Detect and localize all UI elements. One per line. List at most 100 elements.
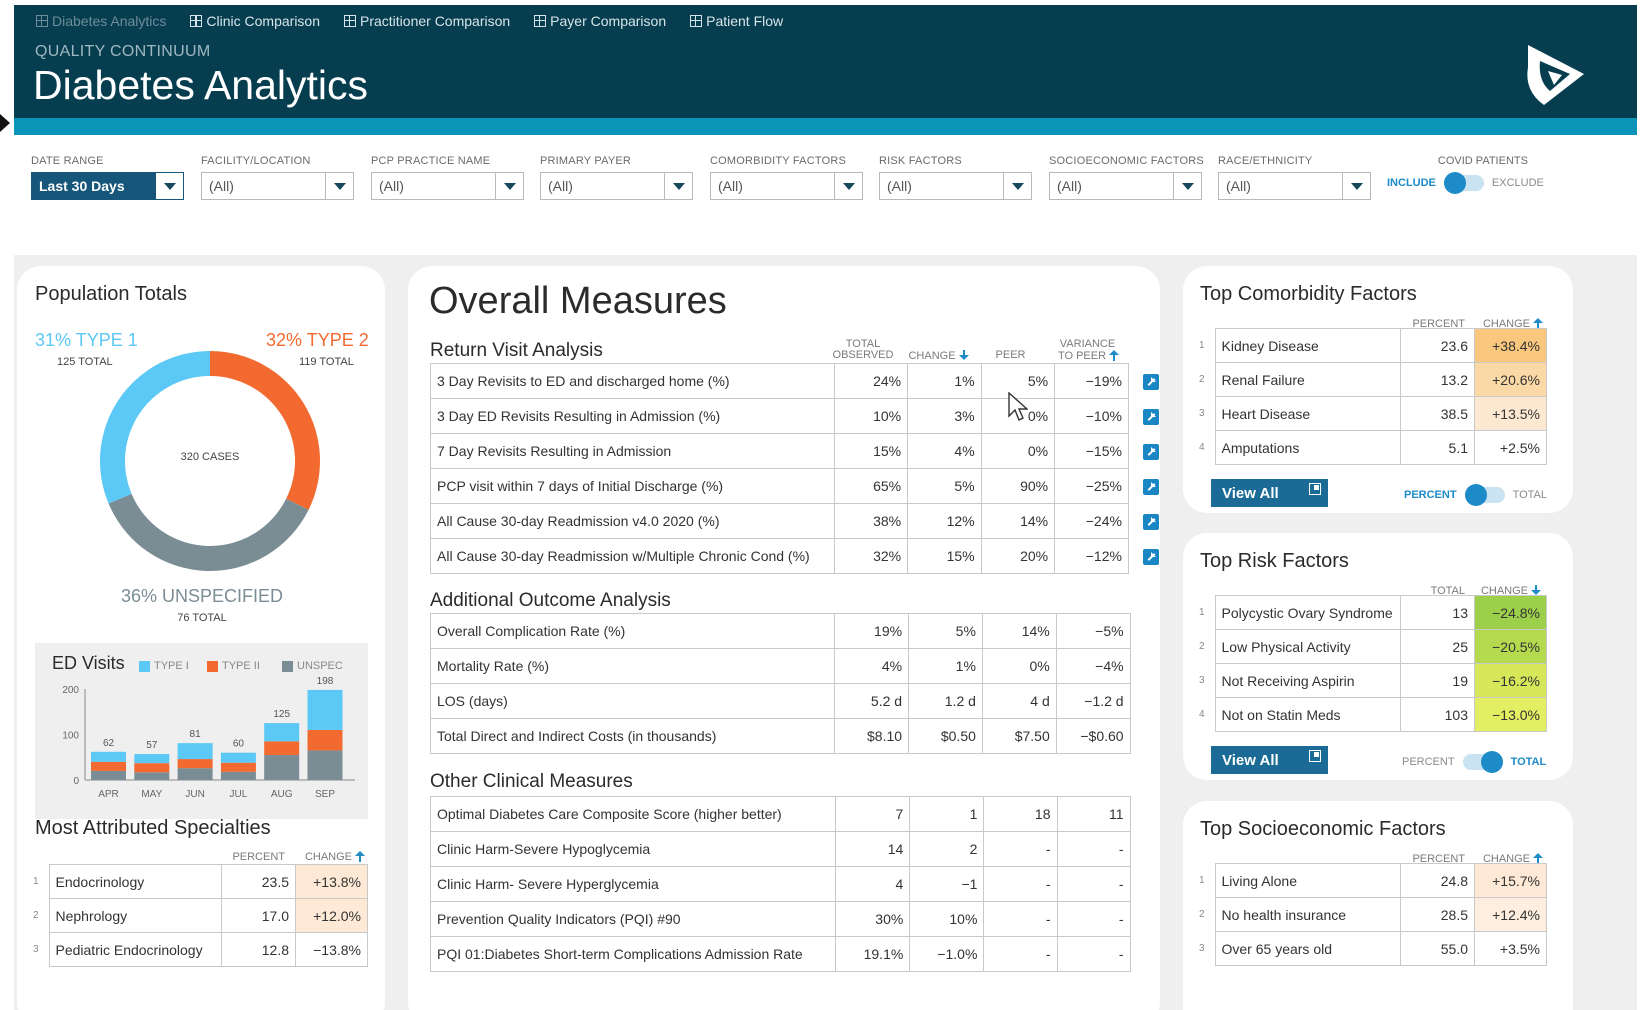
drilldown-link-icon[interactable] (1142, 478, 1159, 495)
pcp-practice-select[interactable]: (All) (371, 172, 524, 200)
comorbidity-view-all-button[interactable]: View All (1211, 479, 1328, 507)
additional-outcome-title: Additional Outcome Analysis (430, 590, 671, 611)
donut-slice-unspecified[interactable] (108, 493, 309, 571)
drilldown-link-icon[interactable] (1142, 408, 1159, 425)
table-row: Clinic Harm- Severe Hyperglycemia 4 −1- - (429, 866, 1160, 902)
toggle-switch[interactable] (1462, 751, 1503, 773)
donut-slice-type-1[interactable] (100, 351, 210, 504)
table-row: 2 Low Physical Activity 25 −20.5% (1197, 629, 1547, 664)
x-tick-label: MAY (141, 789, 162, 800)
primary-payer-select[interactable]: (All) (540, 172, 693, 200)
external-link-icon (1309, 750, 1321, 762)
table-row: 4 Amputations 5.1 +2.5% (1197, 430, 1547, 465)
tab-diabetes-analytics[interactable]: Diabetes Analytics (36, 13, 166, 29)
facility-select[interactable]: (All) (201, 172, 354, 200)
bar-segment-type-ii[interactable] (177, 759, 213, 769)
bar-segment-type-i[interactable] (91, 751, 126, 762)
chevron-down-icon (495, 173, 523, 199)
factor-name: Low Physical Activity (1214, 629, 1401, 664)
risk-factors-select[interactable]: (All) (879, 172, 1032, 200)
factor-value: 28.5 (1400, 897, 1475, 932)
bar-segment-type-i[interactable] (220, 752, 256, 763)
sort-up-icon (1533, 853, 1543, 864)
comorbidity-percent-total-toggle[interactable]: PERCENT TOTAL (1404, 484, 1547, 506)
top-nav: Diabetes Analytics Clinic Comparison Pra… (36, 13, 807, 29)
factor-change: −20.5% (1474, 629, 1547, 664)
comorbidity-select[interactable]: (All) (710, 172, 863, 200)
x-tick-label: JUL (230, 789, 248, 800)
drilldown-link-icon[interactable] (1142, 548, 1159, 565)
tab-clinic-comparison[interactable]: Clinic Comparison (190, 13, 320, 29)
other-clinical-table: Optimal Diabetes Care Composite Score (h… (429, 796, 1160, 972)
bar-segment-unspec[interactable] (264, 754, 300, 780)
chevron-down-icon (664, 173, 692, 199)
row-index: 1 (1199, 875, 1205, 886)
measure-label: 3 Day Revisits to ED and discharged home… (430, 363, 835, 399)
bar-total-label: 57 (146, 740, 158, 751)
table-row: 3 Pediatric Endocrinology 12.8 −13.8% (31, 932, 368, 967)
row-index: 2 (33, 910, 39, 921)
bar-segment-unspec[interactable] (307, 750, 343, 780)
sort-down-icon (958, 350, 969, 360)
row-index: 1 (33, 876, 39, 887)
measure-value: −12% (1054, 538, 1129, 574)
filter-date-range: DATE RANGE Last 30 Days (31, 155, 184, 200)
socioeconomic-select[interactable]: (All) (1049, 172, 1202, 200)
measure-value: - (983, 831, 1058, 867)
drilldown-link-icon[interactable] (1142, 373, 1159, 390)
filter-race-ethnicity: RACE/ETHNICITY (All) (1218, 155, 1371, 200)
bar-segment-type-ii[interactable] (264, 741, 300, 755)
measure-value: 15% (907, 538, 982, 574)
row-index: 2 (1199, 641, 1205, 652)
risk-percent-total-toggle[interactable]: PERCENT TOTAL (1402, 751, 1546, 773)
table-row: 4 Not on Statin Meds 103 −13.0% (1197, 697, 1547, 732)
measure-label: Optimal Diabetes Care Composite Score (h… (429, 796, 837, 832)
measure-value: 4 d (981, 683, 1057, 719)
donut-slice-type-2[interactable] (210, 351, 320, 510)
chevron-down-icon (1003, 173, 1031, 199)
measure-label: Total Direct and Indirect Costs (in thou… (429, 718, 836, 754)
bar-segment-type-i[interactable] (177, 743, 213, 760)
page-title: Diabetes Analytics (33, 62, 369, 108)
drilldown-link-icon[interactable] (1142, 443, 1159, 460)
risk-view-all-button[interactable]: View All (1211, 746, 1328, 774)
y-tick-label: 100 (62, 731, 79, 742)
chevron-down-icon (155, 173, 183, 199)
bar-segment-unspec[interactable] (134, 772, 170, 780)
tab-payer-comparison[interactable]: Payer Comparison (534, 13, 666, 29)
measure-value: - (1056, 901, 1131, 937)
bar-segment-unspec[interactable] (177, 768, 213, 780)
date-range-select[interactable]: Last 30 Days (31, 172, 184, 200)
factor-value: 13 (1400, 595, 1475, 630)
bar-segment-unspec[interactable] (91, 770, 126, 780)
filter-primary-payer: PRIMARY PAYER (All) (540, 155, 693, 200)
factor-change: +12.0% (295, 898, 368, 933)
bar-segment-type-i[interactable] (264, 723, 300, 742)
toggle-switch[interactable] (1464, 484, 1505, 506)
covid-toggle[interactable] (1443, 172, 1484, 194)
tab-patient-flow[interactable]: Patient Flow (690, 13, 783, 29)
measure-label: LOS (days) (429, 683, 836, 719)
race-ethnicity-select[interactable]: (All) (1218, 172, 1371, 200)
measure-label: Mortality Rate (%) (429, 648, 836, 684)
col-peer: PEER (995, 349, 1026, 361)
factor-value: 38.5 (1400, 396, 1475, 431)
measure-value: 65% (833, 468, 909, 504)
bar-segment-type-ii[interactable] (91, 761, 126, 771)
drilldown-link-icon[interactable] (1142, 513, 1159, 530)
table-row: 2 No health insurance 28.5 +12.4% (1197, 897, 1547, 932)
bar-segment-type-i[interactable] (134, 754, 170, 764)
bar-segment-type-ii[interactable] (220, 762, 256, 772)
bar-segment-unspec[interactable] (220, 771, 256, 780)
y-tick-label: 200 (62, 685, 79, 696)
bar-segment-type-ii[interactable] (134, 763, 170, 773)
tab-practitioner-comparison[interactable]: Practitioner Comparison (344, 13, 510, 29)
bar-segment-type-ii[interactable] (307, 729, 343, 751)
row-index: 2 (1199, 909, 1205, 920)
measure-value: −10% (1054, 398, 1129, 434)
measure-value: 2 (909, 831, 985, 867)
bar-segment-type-i[interactable] (307, 689, 343, 730)
x-tick-label: JUN (185, 789, 204, 800)
measure-label: Overall Complication Rate (%) (429, 613, 836, 649)
measure-value: 1 (909, 796, 985, 832)
